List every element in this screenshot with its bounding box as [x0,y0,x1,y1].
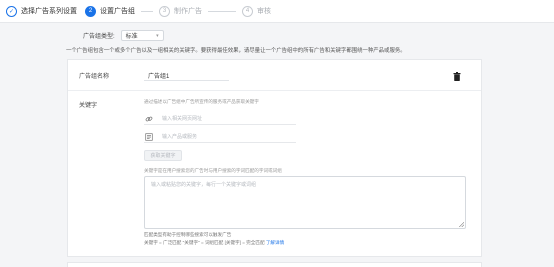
step-4[interactable]: 4 审核 [242,5,271,17]
step-3[interactable]: 3 制作广告 [159,5,202,17]
ad-group-name-label: 广告组名称 [79,74,110,80]
keywords-hint: 通过描述以广告组中广告所宣传的服务或产品获取关键字 [144,99,259,104]
product-input[interactable]: 输入产品或服务 [144,131,296,143]
learn-more-link[interactable]: 了解详情 [266,240,284,245]
keywords-textarea-placeholder: 输入或粘贴您的关键字，每行一个关键字或词组 [151,182,257,188]
link-icon [144,114,154,124]
ad-group-type-value: 标准 [125,34,138,40]
step-4-number: 4 [242,5,253,17]
step-connector [208,10,236,12]
keywords-textarea[interactable]: 输入或粘贴您的关键字，每行一个关键字或词组 [144,176,466,229]
keywords-hint-secondary: 关键字是在用户搜索您的广告时与用户搜索的字词匹配的字词或词组 [144,168,282,173]
step-3-label: 制作广告 [174,8,202,15]
trash-icon[interactable] [453,72,461,81]
match-type-examples-text: 关键字 = 广泛匹配 "关键字" = 词组匹配 [关键字] = 完全匹配 [144,240,265,245]
check-icon: ✓ [6,5,17,17]
step-2-number: 2 [85,5,96,17]
chevron-down-icon: ▾ [156,32,159,39]
next-card-edge [67,262,482,267]
step-bar: ✓ 选择广告系列设置 2 设置广告组 3 制作广告 4 审核 [0,0,554,23]
divider [68,90,481,91]
ad-group-name-input[interactable]: 广告组1 [144,70,229,81]
resize-handle[interactable] [459,222,464,227]
match-type-examples: 关键字 = 广泛匹配 "关键字" = 词组匹配 [关键字] = 完全匹配 了解详… [144,240,284,246]
ad-group-type-label: 广告组类型: [83,34,115,40]
ad-group-card: 广告组名称 广告组1 关键字 通过描述以广告组中广告所宣传的服务或产品获取关键字… [67,59,482,257]
url-placeholder: 输入相关网页网址 [162,116,203,122]
fetch-keywords-button[interactable]: 获取关键字 [144,150,182,161]
keywords-label: 关键字 [79,103,98,109]
step-2-label: 设置广告组 [100,8,135,15]
ad-group-description: 一个广告组包含一个或多个广告以及一组相关的关键字。要获得最佳效果，请尽量让一个广… [66,48,406,54]
step-3-number: 3 [159,5,170,17]
product-placeholder: 输入产品或服务 [162,134,198,140]
step-connector [141,10,153,12]
product-icon [144,132,154,142]
step-1[interactable]: ✓ 选择广告系列设置 [6,5,77,17]
ad-group-name-value: 广告组1 [148,73,170,80]
step-4-label: 审核 [257,8,271,15]
match-type-note: 匹配类型有助于控制哪些搜索可以触发广告 [144,232,232,237]
ad-group-type-row: 广告组类型: 标准 ▾ [83,30,164,41]
step-1-label: 选择广告系列设置 [21,8,77,15]
step-2[interactable]: 2 设置广告组 [85,5,135,17]
page: ✓ 选择广告系列设置 2 设置广告组 3 制作广告 4 审核 广告组类型: 标准… [0,0,554,267]
url-input[interactable]: 输入相关网页网址 [144,113,296,125]
ad-group-type-select[interactable]: 标准 ▾ [120,30,164,41]
